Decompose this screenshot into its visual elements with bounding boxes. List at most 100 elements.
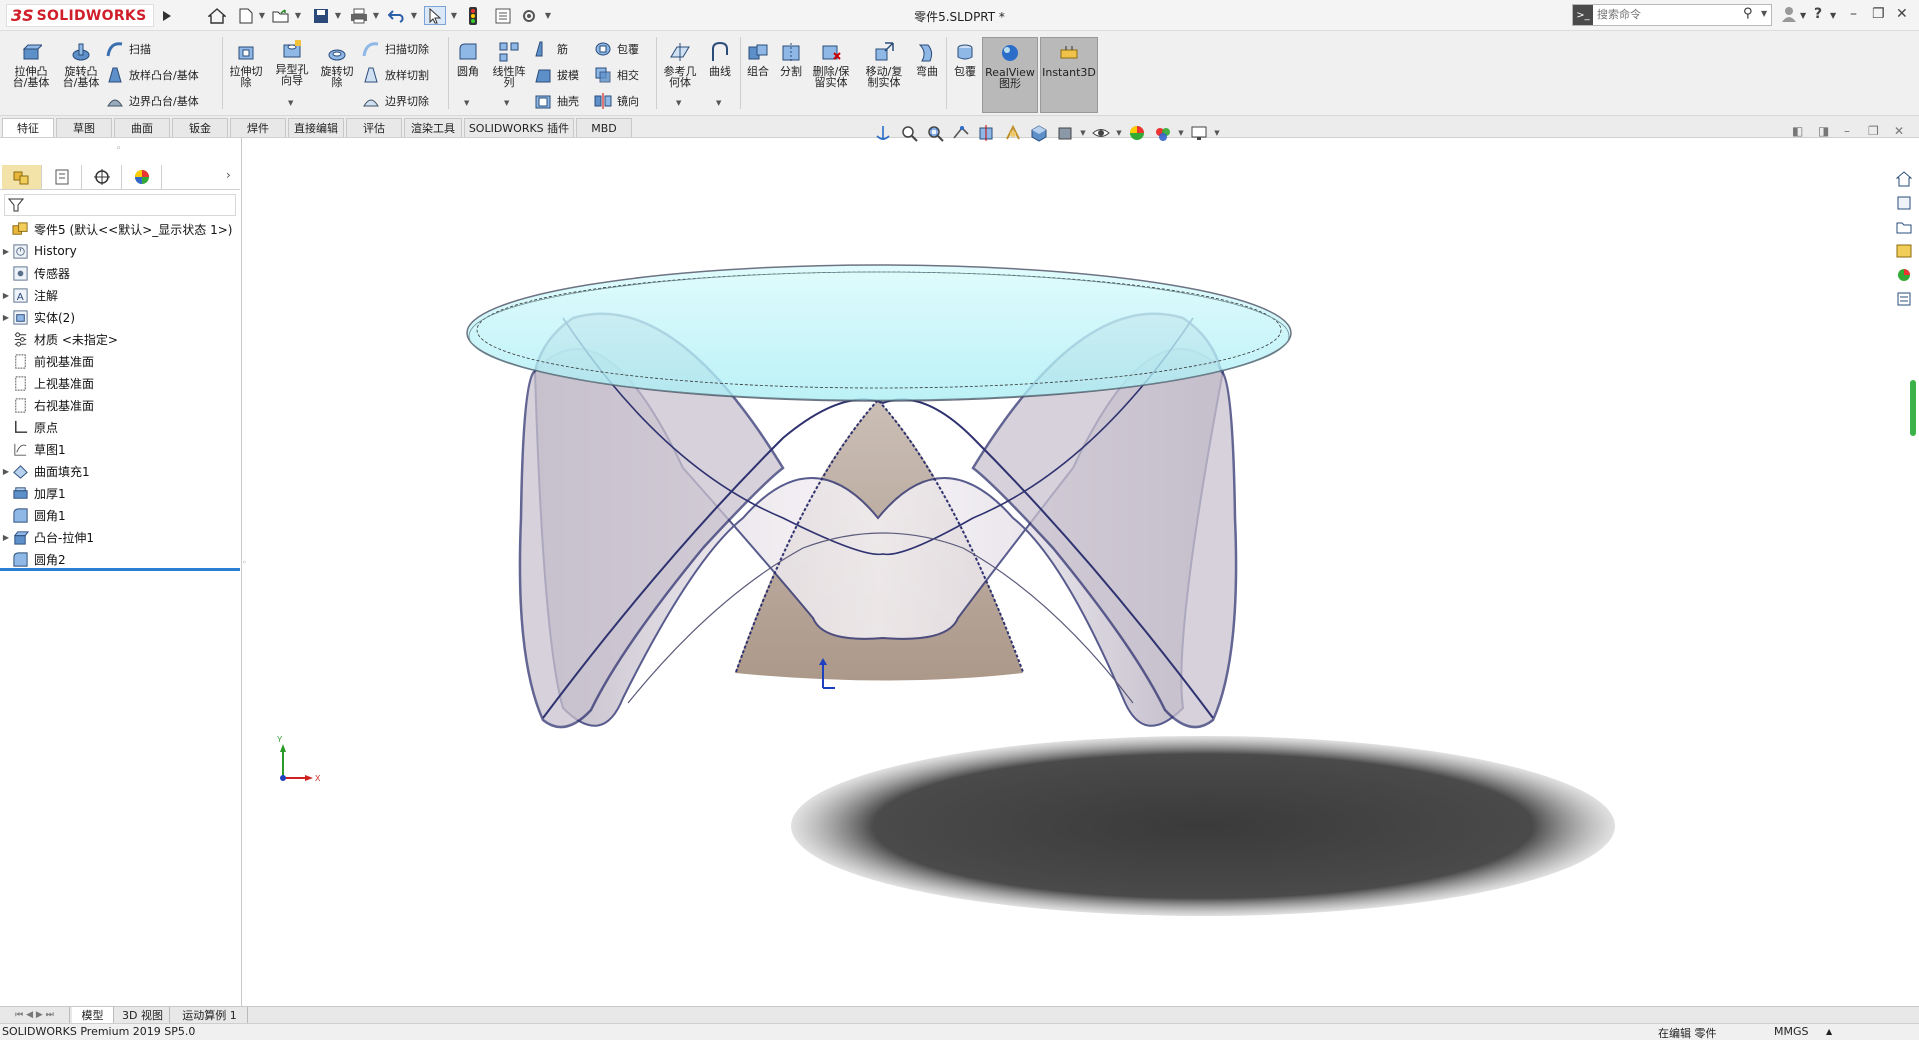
split-button[interactable]: 分割	[776, 41, 806, 77]
combine-button[interactable]: 组合	[744, 41, 772, 77]
move-copy-body-button[interactable]: 移动/复制实体	[860, 41, 908, 88]
tree-item-fillet1[interactable]: 圆角1	[0, 504, 240, 526]
tab-3d-views[interactable]: 3D 视图	[116, 1007, 170, 1023]
tab-render-tools[interactable]: 渲染工具	[404, 118, 462, 137]
tab-features[interactable]: 特征	[2, 118, 54, 137]
hole-wizard-button[interactable]: 异型孔向导	[270, 39, 314, 86]
draft-button[interactable]: 拔模	[534, 65, 579, 85]
display-manager-tab[interactable]	[122, 165, 162, 189]
extrude-cut-button[interactable]: 拉伸切除	[226, 41, 266, 88]
tree-item-history[interactable]: ▶ History	[0, 240, 240, 262]
tab-solidworks-addins[interactable]: SOLIDWORKS 插件	[464, 118, 574, 137]
tab-evaluate[interactable]: 评估	[346, 118, 402, 137]
expand-arrow-icon[interactable]: ▶	[0, 313, 12, 322]
solidworks-logo[interactable]: 3S SOLIDWORKS	[6, 4, 154, 27]
revolve-cut-button[interactable]: 旋转切除	[316, 41, 358, 88]
pattern-dropdown-icon[interactable]: ▼	[504, 99, 509, 107]
expand-arrow-icon[interactable]: ▶	[0, 467, 12, 476]
sweep-cut-button[interactable]: 扫描切除	[362, 39, 429, 59]
options-dropdown-icon[interactable]: ▼	[544, 6, 552, 25]
save-icon[interactable]	[310, 6, 332, 25]
design-library-icon[interactable]	[1893, 192, 1915, 214]
user-dropdown-icon[interactable]: ▼	[1800, 11, 1806, 20]
tree-item-annotations[interactable]: ▶ A 注解	[0, 284, 240, 306]
tree-item-sensors[interactable]: 传感器	[0, 262, 240, 284]
panel-splitter-handle[interactable]: ◦	[116, 144, 121, 154]
tab-sheet-metal[interactable]: 钣金	[172, 118, 228, 137]
rib-button[interactable]: 筋	[534, 39, 568, 59]
undo-dropdown-icon[interactable]: ▼	[410, 6, 418, 25]
expand-arrow-icon[interactable]: ▶	[0, 533, 12, 542]
tree-filter[interactable]	[4, 194, 236, 216]
units-selector[interactable]: MMGS	[1774, 1025, 1809, 1038]
viewport-close-icon[interactable]: ✕	[1894, 124, 1904, 138]
search-icon[interactable]: ⚲	[1743, 6, 1753, 21]
select-icon[interactable]	[424, 6, 446, 25]
tab-mbd[interactable]: MBD	[576, 118, 632, 137]
view-palette-icon[interactable]	[1893, 240, 1915, 262]
solidworks-resources-icon[interactable]	[1893, 168, 1915, 190]
new-dropdown-icon[interactable]: ▼	[258, 6, 266, 25]
open-icon[interactable]	[270, 6, 292, 25]
tree-item-solid-bodies[interactable]: ▶ 实体(2)	[0, 306, 240, 328]
viewport-restore-icon[interactable]: ❐	[1868, 124, 1879, 138]
menu-expand-icon[interactable]	[160, 6, 174, 25]
restore-icon[interactable]: ❐	[1872, 6, 1885, 22]
realview-button[interactable]: RealView图形	[982, 37, 1038, 113]
appearances-icon[interactable]	[1893, 264, 1915, 286]
curves-button[interactable]: 曲线	[702, 41, 738, 77]
tree-root-part[interactable]: 零件5 (默认<<默认>_显示状态 1>)	[0, 218, 240, 240]
wrap-body-button[interactable]: 包覆	[950, 41, 980, 77]
tile-right-icon[interactable]: ◨	[1818, 124, 1829, 138]
property-manager-tab[interactable]	[42, 165, 82, 189]
search-input[interactable]	[1597, 7, 1737, 23]
save-dropdown-icon[interactable]: ▼	[334, 6, 342, 25]
print-icon[interactable]	[348, 6, 370, 25]
tab-model[interactable]: 模型	[72, 1007, 114, 1023]
minimize-icon[interactable]: –	[1850, 6, 1857, 22]
help-dropdown-icon[interactable]: ▼	[1830, 11, 1836, 20]
tree-item-fillet2[interactable]: 圆角2	[0, 548, 240, 570]
search-dropdown-icon[interactable]: ▼	[1761, 9, 1767, 18]
tree-item-sketch1[interactable]: 草图1	[0, 438, 240, 460]
shell-button[interactable]: 抽壳	[534, 91, 579, 111]
configuration-manager-tab[interactable]	[82, 165, 122, 189]
curves-dropdown-icon[interactable]: ▼	[716, 99, 721, 107]
options-gear-icon[interactable]	[518, 6, 540, 25]
select-dropdown-icon[interactable]: ▼	[450, 6, 458, 25]
file-properties-icon[interactable]	[492, 6, 514, 25]
custom-properties-icon[interactable]	[1893, 288, 1915, 310]
expand-arrow-icon[interactable]: ▶	[0, 291, 12, 300]
linear-pattern-button[interactable]: 线性阵列	[488, 41, 530, 88]
units-dropdown-icon[interactable]: ▲	[1826, 1027, 1832, 1036]
rollback-bar[interactable]	[0, 568, 240, 571]
delete-keep-body-button[interactable]: 删除/保留实体	[808, 41, 854, 88]
open-dropdown-icon[interactable]: ▼	[294, 6, 302, 25]
tree-item-right-plane[interactable]: 右视基准面	[0, 394, 240, 416]
user-icon[interactable]	[1782, 6, 1796, 26]
tab-motion-study-1[interactable]: 运动算例 1	[172, 1007, 248, 1023]
tab-surfaces[interactable]: 曲面	[114, 118, 170, 137]
print-dropdown-icon[interactable]: ▼	[372, 6, 380, 25]
close-icon[interactable]: ✕	[1896, 6, 1908, 22]
reference-geometry-button[interactable]: 参考几何体	[660, 41, 700, 88]
command-search[interactable]: >_ ⚲ ▼	[1572, 4, 1772, 26]
revolve-boss-button[interactable]: 旋转凸台/基体	[58, 41, 104, 88]
loft-boss-button[interactable]: 放样凸台/基体	[106, 65, 199, 85]
tree-item-front-plane[interactable]: 前视基准面	[0, 350, 240, 372]
wrap-button[interactable]: 包覆	[594, 39, 639, 59]
flex-button[interactable]: 弯曲	[912, 41, 942, 77]
tab-navigation-arrows-icon[interactable]: ⏮ ◀ ▶ ⏭	[0, 1007, 70, 1023]
extrude-boss-button[interactable]: 拉伸凸台/基体	[8, 41, 54, 88]
hole-wizard-dropdown-icon[interactable]: ▼	[288, 99, 293, 107]
tree-item-boss-extrude1[interactable]: ▶ 凸台-拉伸1	[0, 526, 240, 548]
tab-direct-editing[interactable]: 直接编辑	[288, 118, 344, 137]
fillet-button[interactable]: 圆角	[452, 41, 484, 77]
tree-item-top-plane[interactable]: 上视基准面	[0, 372, 240, 394]
tab-weldments[interactable]: 焊件	[230, 118, 286, 137]
instant3d-button[interactable]: Instant3D	[1040, 37, 1098, 113]
new-document-icon[interactable]	[236, 6, 256, 25]
undo-icon[interactable]	[386, 6, 408, 25]
graphics-area[interactable]: Y X	[243, 138, 1893, 1006]
expand-arrow-icon[interactable]: ▶	[0, 247, 12, 256]
